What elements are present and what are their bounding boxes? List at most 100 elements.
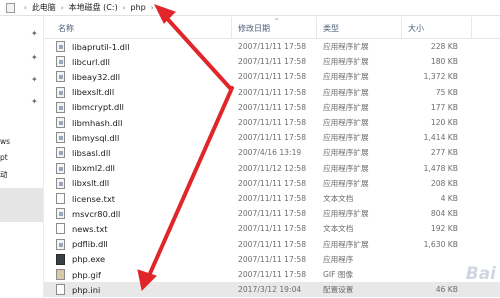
file-date: 2007/11/12 12:58 [238,163,307,173]
dll-file-icon [56,177,65,189]
file-type: 配置设置 [323,285,354,295]
breadcrumb-this-pc[interactable]: 此电脑 [32,2,56,13]
file-name: libcurl.dll [72,56,110,67]
file-row[interactable]: msvcr80.dll 2007/11/11 17:58 应用程序扩展 804 KB [44,206,500,221]
column-header-date[interactable]: 修改日期 [232,17,317,39]
file-type: 应用程序扩展 [323,42,369,51]
nav-item-label[interactable]: ws [0,137,10,146]
chevron-right-icon: › [122,3,126,12]
file-row[interactable]: php.ini 2017/3/12 19:04 配置设置 46 KB [44,282,500,298]
file-name: pdflib.dll [72,239,108,250]
file-date: 2007/11/11 17:58 [238,178,307,188]
file-date: 2007/4/16 13:19 [238,148,302,158]
file-date: 2007/11/11 17:58 [238,42,307,51]
file-type: 应用程序 [323,254,354,264]
image-file-icon [56,269,65,280]
file-row[interactable]: libmysql.dll 2007/11/11 17:58 应用程序扩展 1,414 … [44,130,500,145]
file-size: 1,414 KB [423,133,458,143]
file-name: news.txt [72,223,108,234]
file-size: 180 KB [430,57,458,67]
file-row[interactable]: libsasl.dll 2007/4/16 13:19 应用程序扩展 277 KB [44,145,500,160]
column-header-row: ^ 名称 修改日期 类型 大小 [44,17,500,39]
dll-file-icon [56,208,65,220]
file-size: 1,630 KB [423,239,458,249]
nav-item-label[interactable]: pt [0,153,8,162]
file-name: libeay32.dll [72,71,121,82]
file-size: 4 KB [440,194,458,203]
pin-icon[interactable]: ✦ [31,53,38,62]
file-row[interactable]: libxml2.dll 2007/11/12 12:58 应用程序扩展 1,478 K… [44,161,500,176]
column-header-size[interactable]: 大小 [402,17,472,39]
file-size: 75 KB [435,87,458,97]
file-name: libxslt.dll [72,178,110,189]
exe-file-icon [56,253,65,265]
dll-file-icon [56,86,65,98]
file-row[interactable]: libmhash.dll 2007/11/11 17:58 应用程序扩展 120 KB [44,115,500,130]
file-type: 应用程序扩展 [323,72,369,82]
file-size: 208 KB [430,178,458,188]
pin-icon[interactable]: ✦ [31,75,38,84]
dll-file-icon [56,101,65,113]
file-row[interactable]: libaprutil-1.dll 2007/11/11 17:58 应用程序扩展 22… [44,39,500,54]
file-row[interactable]: news.txt 2007/11/11 17:58 文本文档 192 KB [44,221,500,236]
breadcrumb: › 此电脑 › 本地磁盘 (C:) › php › [19,2,159,13]
file-name: libaprutil-1.dll [72,41,130,52]
nav-item-selected[interactable] [0,188,43,222]
file-type: 文本文档 [323,224,354,234]
file-type: 应用程序扩展 [323,163,369,173]
file-name: msvcr80.dll [72,208,121,219]
file-row[interactable]: libxslt.dll 2007/11/11 17:58 应用程序扩展 208 KB [44,176,500,191]
file-type: 应用程序扩展 [323,118,369,127]
file-row[interactable]: libeay32.dll 2007/11/11 17:58 应用程序扩展 1,372 … [44,69,500,84]
file-name: php.ini [72,284,101,295]
file-name: libsasl.dll [72,147,111,158]
file-name: libmcrypt.dll [72,102,124,113]
file-date: 2007/11/11 17:58 [238,133,307,143]
file-date: 2007/11/11 17:58 [238,102,307,112]
column-header-type[interactable]: 类型 [317,17,402,39]
nav-item-label[interactable]: 动 [0,169,8,180]
file-date: 2007/11/11 17:58 [238,57,307,67]
file-type: 应用程序扩展 [323,57,369,67]
folder-icon [6,2,15,13]
file-date: 2007/11/11 17:58 [238,72,307,82]
file-date: 2007/11/11 17:58 [238,209,307,219]
dll-file-icon [56,71,65,83]
watermark-logo: Bai [465,264,496,284]
column-header-name[interactable]: 名称 [44,17,232,39]
chevron-right-icon: › [24,3,27,12]
file-name: libmhash.dll [72,117,123,128]
navigation-pane[interactable]: ✦ ✦ ✦ ✦ ws pt 动 [0,17,44,298]
file-date: 2017/3/12 19:04 [238,285,302,295]
file-size: 120 KB [430,118,458,127]
document-icon [56,193,65,204]
file-date: 2007/11/11 17:58 [238,224,307,234]
file-name: libmysql.dll [72,132,120,143]
dll-file-icon [56,162,65,174]
file-name: license.txt [72,193,116,204]
file-name: php.exe [72,254,106,265]
dll-file-icon [56,41,65,52]
file-size: 177 KB [430,102,458,112]
file-type: 应用程序扩展 [323,133,369,143]
file-size: 277 KB [430,148,458,158]
file-date: 2007/11/11 17:58 [238,239,307,249]
dll-file-icon [56,117,65,128]
dll-file-icon [56,238,65,250]
dll-file-icon [56,56,65,68]
file-row[interactable]: libcurl.dll 2007/11/11 17:58 应用程序扩展 180 KB [44,54,500,69]
file-row[interactable]: license.txt 2007/11/11 17:58 文本文档 4 KB [44,191,500,206]
file-row[interactable]: libexslt.dll 2007/11/11 17:58 应用程序扩展 75 KB [44,85,500,100]
pin-icon[interactable]: ✦ [31,29,38,38]
file-row[interactable]: php.exe 2007/11/11 17:58 应用程序 [44,252,500,267]
breadcrumb-php[interactable]: php [131,3,146,12]
file-row[interactable]: libmcrypt.dll 2007/11/11 17:58 应用程序扩展 177 K… [44,100,500,115]
file-row[interactable]: php.gif 2007/11/11 17:58 GIF 图像 [44,267,500,282]
file-row[interactable]: pdflib.dll 2007/11/11 17:58 应用程序扩展 1,630 KB [44,237,500,252]
chevron-right-icon: › [150,3,154,12]
file-date: 2007/11/11 17:58 [238,118,307,127]
file-type: 应用程序扩展 [323,87,369,97]
pin-icon[interactable]: ✦ [31,97,38,106]
breadcrumb-local-disk[interactable]: 本地磁盘 (C:) [69,2,118,13]
address-bar[interactable]: › 此电脑 › 本地磁盘 (C:) › php › [0,0,500,16]
